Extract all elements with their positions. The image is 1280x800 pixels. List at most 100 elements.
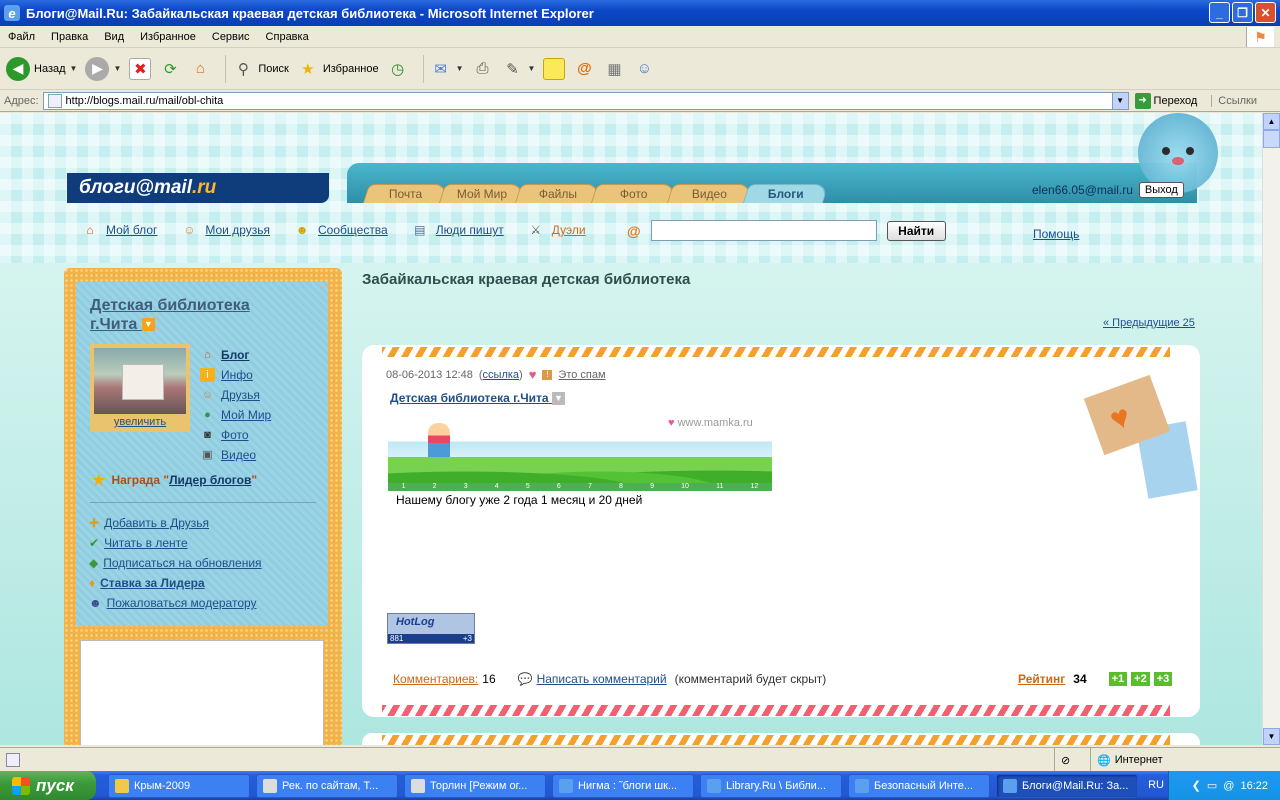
blog-name[interactable]: Детская библиотека г.Чита ▼ (90, 296, 280, 334)
history-icon[interactable]: ◷ (387, 58, 409, 80)
messenger-icon[interactable]: ☺ (633, 58, 655, 80)
network-icon[interactable]: ▭ (1207, 779, 1217, 792)
forward-button[interactable]: ▶ ▼ (85, 56, 121, 81)
mail-icon[interactable]: ✉ (430, 58, 452, 80)
address-url[interactable]: http://blogs.mail.ru/mail/obl-chita (66, 95, 224, 107)
sidebar-item-photo[interactable]: Фото (221, 425, 249, 445)
back-button[interactable]: ◀ Назад ▼ (6, 56, 78, 81)
sidebar-item-blog[interactable]: Блог (221, 345, 249, 365)
post-link[interactable]: ссылка (483, 369, 520, 381)
enlarge-link[interactable]: увеличить (94, 416, 186, 428)
menu-favorites[interactable]: Избранное (132, 31, 204, 43)
write-comment-link[interactable]: Написать комментарий (537, 672, 667, 686)
toolbar: ◀ Назад ▼ ▶ ▼ ✖ ⟳ ⌂ ⚲ Поиск ★ Избранное … (0, 48, 1280, 90)
tab-mail[interactable]: Почта (362, 184, 450, 203)
rating-link[interactable]: Рейтинг (1018, 672, 1065, 686)
task-ie-3[interactable]: Безопасный Инте... (848, 773, 990, 798)
links-button[interactable]: Ссылки (1211, 94, 1257, 107)
minimize-button[interactable]: _ (1209, 2, 1230, 23)
scroll-down-icon[interactable]: ▼ (1263, 728, 1280, 745)
address-dropdown-icon[interactable]: ▼ (1111, 92, 1128, 109)
tab-photo[interactable]: Фото (590, 184, 678, 203)
maximize-button[interactable]: ❐ (1232, 2, 1253, 23)
blogs-logo[interactable]: блоги@mail .ru (67, 173, 329, 203)
menu-edit[interactable]: Правка (43, 31, 96, 43)
back-dropdown-icon[interactable]: ▼ (70, 64, 78, 73)
spam-link[interactable]: Это спам (558, 369, 605, 381)
stop-icon[interactable]: ✖ (129, 57, 152, 80)
task-ie-1[interactable]: Нигма : ˜блоги шк... (552, 773, 694, 798)
award: ★ Награда "Лидер блогов" (92, 472, 258, 489)
refresh-icon[interactable]: ⟳ (159, 58, 181, 80)
task-folder[interactable]: Крым-2009 (108, 773, 250, 798)
vote-plus1-button[interactable]: +1 (1108, 672, 1128, 686)
sidebar-item-info[interactable]: Инфо (221, 365, 253, 385)
subscribe-link[interactable]: Подписаться на обновления (103, 553, 261, 573)
notes-icon[interactable] (543, 57, 566, 80)
sidebar-item-friends[interactable]: Друзья (221, 385, 260, 405)
help-link[interactable]: Помощь (1033, 227, 1079, 241)
print-icon[interactable]: ⎙ (472, 58, 494, 80)
award-link[interactable]: Лидер блогов (169, 473, 251, 487)
blog-subnav: ⌂ Мой блог ☺ Мои друзья ☻ Сообщества ▤ Люди … (82, 223, 610, 237)
report-link[interactable]: Пожаловаться модератору (107, 593, 257, 613)
tab-video[interactable]: Видео (666, 184, 754, 203)
edit-dropdown-icon[interactable]: ▼ (528, 64, 536, 73)
menu-file[interactable]: Файл (0, 31, 43, 43)
close-button[interactable]: ✕ (1255, 2, 1276, 23)
search-button[interactable]: Найти (886, 220, 946, 241)
hotlog-counter[interactable]: HotLog 881 +3 (387, 613, 475, 644)
blog-photo[interactable]: увеличить (90, 344, 190, 432)
sidebar-item-video[interactable]: Видео (221, 445, 256, 465)
search-button[interactable]: ⚲ Поиск (232, 58, 289, 80)
subnav-people-write[interactable]: Люди пишут (436, 223, 504, 237)
tray-arrow-icon[interactable]: ❮ (1192, 779, 1201, 792)
leader-bid-link[interactable]: Ставка за Лидера (100, 573, 205, 593)
scroll-thumb[interactable] (1263, 130, 1280, 148)
vote-plus3-button[interactable]: +3 (1153, 672, 1173, 686)
start-button[interactable]: пуск (0, 771, 96, 800)
mailru-agent-icon[interactable]: @ (573, 58, 595, 80)
menu-help[interactable]: Справка (258, 31, 317, 43)
tab-files[interactable]: Файлы (514, 184, 602, 203)
like-heart-icon[interactable]: ♥ (529, 367, 537, 382)
blog-menu-icon[interactable]: ▼ (141, 318, 155, 332)
task-word-2[interactable]: Торлин [Режим ог... (404, 773, 546, 798)
tab-blogs[interactable]: Блоги (742, 184, 830, 203)
add-friend-link[interactable]: Добавить в Друзья (104, 513, 209, 533)
subnav-my-blog[interactable]: Мой блог (106, 223, 157, 237)
task-ie-active[interactable]: Блоги@Mail.Ru: За... (996, 773, 1138, 798)
home-icon[interactable]: ⌂ (189, 58, 211, 80)
subnav-my-friends[interactable]: Мои друзья (205, 223, 270, 237)
library-photo[interactable] (94, 348, 186, 414)
scroll-up-icon[interactable]: ▲ (1263, 113, 1280, 130)
post-author[interactable]: Детская библиотека г.Чита ▼ (390, 391, 565, 406)
subnav-communities[interactable]: Сообщества (318, 223, 388, 237)
vote-plus2-button[interactable]: +2 (1131, 672, 1150, 686)
exit-button[interactable]: Выход (1138, 182, 1184, 198)
task-word-1[interactable]: Рек. по сайтам, Т... (256, 773, 398, 798)
vertical-scrollbar[interactable]: ▲ ▼ (1262, 113, 1280, 745)
agent-icon[interactable]: @ (1223, 780, 1234, 792)
read-feed-link[interactable]: Читать в ленте (104, 533, 188, 553)
subnav-duels[interactable]: Дуэли (552, 223, 586, 237)
previous-25-link[interactable]: « Предыдущие 25 (1103, 317, 1195, 329)
address-field[interactable]: http://blogs.mail.ru/mail/obl-chita ▼ (42, 91, 1129, 110)
tab-my-world[interactable]: Мой Мир (438, 184, 526, 203)
forward-dropdown-icon[interactable]: ▼ (113, 64, 121, 73)
edit-icon[interactable]: ✎ (502, 58, 524, 80)
blog-search-input[interactable] (650, 220, 877, 241)
sidebar-item-my-world[interactable]: Мой Мир (221, 405, 271, 425)
go-button[interactable]: ➜ Переход (1134, 92, 1197, 109)
author-menu-icon[interactable]: ▼ (551, 392, 565, 406)
mail-dropdown-icon[interactable]: ▼ (456, 64, 464, 73)
comments-link[interactable]: Комментариев: (393, 672, 478, 686)
address-bar: Адрес: http://blogs.mail.ru/mail/obl-chi… (0, 90, 1280, 112)
task-ie-2[interactable]: Library.Ru \ Библи... (700, 773, 842, 798)
favorites-button[interactable]: ★ Избранное (297, 58, 378, 80)
language-indicator[interactable]: RU (1148, 779, 1164, 791)
menu-view[interactable]: Вид (96, 31, 132, 43)
research-icon[interactable]: ▦ (603, 58, 625, 80)
menu-tools[interactable]: Сервис (204, 31, 258, 43)
mamka-banner[interactable]: ♥ www.mamka.ru 1 2 3 4 5 6 7 8 9 10 11 12 (388, 415, 772, 491)
